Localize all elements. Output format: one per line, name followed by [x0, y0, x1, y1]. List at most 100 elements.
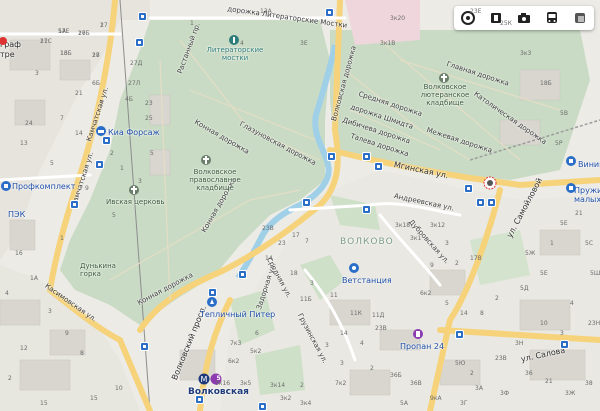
- building-number: 21: [75, 90, 83, 97]
- poi-label: тре: [0, 50, 15, 59]
- building-number: 3к18: [395, 222, 411, 229]
- map-canvas[interactable]: дорожка Литераторские Мостки Растанный п…: [0, 0, 600, 411]
- vet-icon[interactable]: [348, 262, 360, 274]
- bus-stop-icon[interactable]: [195, 395, 204, 404]
- building-number: 24: [25, 120, 33, 127]
- bus-stop-icon[interactable]: [208, 288, 217, 297]
- poi-label[interactable]: Виним: [578, 160, 600, 169]
- building-number: 23Н: [588, 320, 600, 327]
- camera-icon[interactable]: [513, 8, 535, 28]
- bus-stop-icon[interactable]: [560, 340, 569, 349]
- bus-stop-icon[interactable]: [258, 402, 267, 411]
- bus-stop-icon[interactable]: [374, 162, 383, 171]
- building-number: 5С: [585, 240, 594, 247]
- bus-stop-icon[interactable]: [464, 184, 473, 193]
- bus-stop-icon[interactable]: [102, 136, 111, 145]
- building-number: 2: [455, 260, 459, 267]
- memorial-icon[interactable]: [228, 34, 240, 46]
- building-number: 11К: [350, 310, 362, 317]
- building-number: 3к2: [280, 395, 292, 402]
- building-number: 9: [85, 185, 89, 192]
- building-number: 3Е: [300, 40, 308, 47]
- shop-icon[interactable]: [565, 182, 577, 194]
- building-number: 8: [80, 350, 84, 357]
- building-number: 21: [545, 378, 553, 385]
- building-number: 3: [138, 178, 142, 185]
- building-number: 17В: [470, 255, 482, 262]
- building-number: 5Е: [540, 270, 548, 277]
- building-number: 15: [90, 395, 98, 402]
- building-number: 4: [5, 290, 9, 297]
- place-label: Литераторские мостки: [206, 46, 264, 62]
- bus-stop-icon[interactable]: [135, 38, 144, 47]
- shop-icon[interactable]: [565, 155, 577, 167]
- place-label: Ивская церковь: [106, 198, 165, 206]
- building-number: 3к16: [215, 380, 231, 387]
- cemetery-icon[interactable]: [438, 72, 450, 84]
- building-number: 3к20: [390, 15, 406, 22]
- bus-stop-icon[interactable]: [140, 342, 149, 351]
- bus-stop-icon[interactable]: [362, 205, 371, 214]
- building-number: 3к1: [410, 235, 422, 242]
- building-number: 38: [585, 380, 593, 387]
- building-number: 23В: [262, 225, 274, 232]
- building-number: 4: [360, 340, 364, 347]
- building-number: 36: [525, 370, 533, 377]
- bus-stop-icon[interactable]: [95, 160, 104, 169]
- poi-label[interactable]: Пропан 24: [400, 342, 444, 351]
- bus-stop-icon[interactable]: [327, 152, 336, 161]
- place-label: Волковское православное кладбище: [189, 168, 241, 192]
- poi-label[interactable]: Тепличный Питер: [200, 310, 275, 319]
- building-number: 12: [20, 345, 28, 352]
- building-number: 3: [560, 330, 564, 337]
- building-number: 4: [240, 40, 244, 47]
- transport-icon[interactable]: [541, 8, 563, 28]
- bus-stop-icon[interactable]: [362, 152, 371, 161]
- building-number: 3к1В: [380, 40, 396, 47]
- building-number: 7: [305, 238, 309, 245]
- poi-label[interactable]: Киа Форсаж: [108, 128, 160, 137]
- building-number: 6к2: [420, 290, 432, 297]
- poi-label[interactable]: Ветстанция: [342, 276, 392, 285]
- building-number: 7к3: [230, 340, 242, 347]
- bus-stop-icon[interactable]: [138, 12, 147, 21]
- bus-stop-icon[interactable]: [70, 200, 79, 209]
- building-number: 36Б: [390, 372, 402, 379]
- poi-label[interactable]: ПЭК: [8, 210, 25, 219]
- building-number: 3Ж: [565, 390, 576, 397]
- bus-stop-icon[interactable]: [476, 198, 485, 207]
- bus-stop-icon[interactable]: [238, 270, 247, 279]
- building-number: 18: [92, 52, 100, 59]
- building-number: 5Ю: [455, 360, 466, 367]
- poi-label[interactable]: Пружинные малых: [574, 186, 600, 204]
- building-number: 8: [480, 310, 484, 317]
- bus-stop-icon[interactable]: [302, 198, 311, 207]
- bus-stop-icon[interactable]: [487, 198, 496, 207]
- poi-pin-icon[interactable]: [0, 36, 8, 48]
- building-number: 1: [550, 240, 554, 247]
- shop-icon[interactable]: [0, 180, 12, 192]
- garden-shop-icon[interactable]: [206, 296, 218, 308]
- building-number: 27Д: [130, 60, 143, 67]
- poi-label[interactable]: Профкомплект: [12, 182, 75, 191]
- church-icon[interactable]: [128, 184, 140, 196]
- building-number: 23Е: [470, 8, 482, 15]
- building-number: 3: [310, 280, 314, 287]
- location-marker-icon[interactable]: [483, 176, 497, 190]
- traffic-icon[interactable]: [569, 8, 591, 28]
- bus-stop-icon[interactable]: [325, 8, 334, 17]
- building-number: 17: [292, 232, 300, 239]
- building-number: 3к3: [520, 50, 532, 57]
- building-number: 23: [145, 100, 153, 107]
- building-number: 9: [430, 262, 434, 269]
- cemetery-icon[interactable]: [200, 154, 212, 166]
- gas-station-icon[interactable]: [412, 328, 424, 340]
- building-number: 2: [300, 382, 304, 389]
- building-number: 5: [150, 150, 154, 157]
- place-label: Волковское лютеранское кладбище: [420, 83, 470, 107]
- building-number: 1: [120, 165, 124, 172]
- building-number: 36В: [410, 380, 422, 387]
- map-base-layer: [0, 0, 600, 411]
- building-number: 14: [75, 130, 83, 137]
- bus-stop-icon[interactable]: [455, 330, 464, 339]
